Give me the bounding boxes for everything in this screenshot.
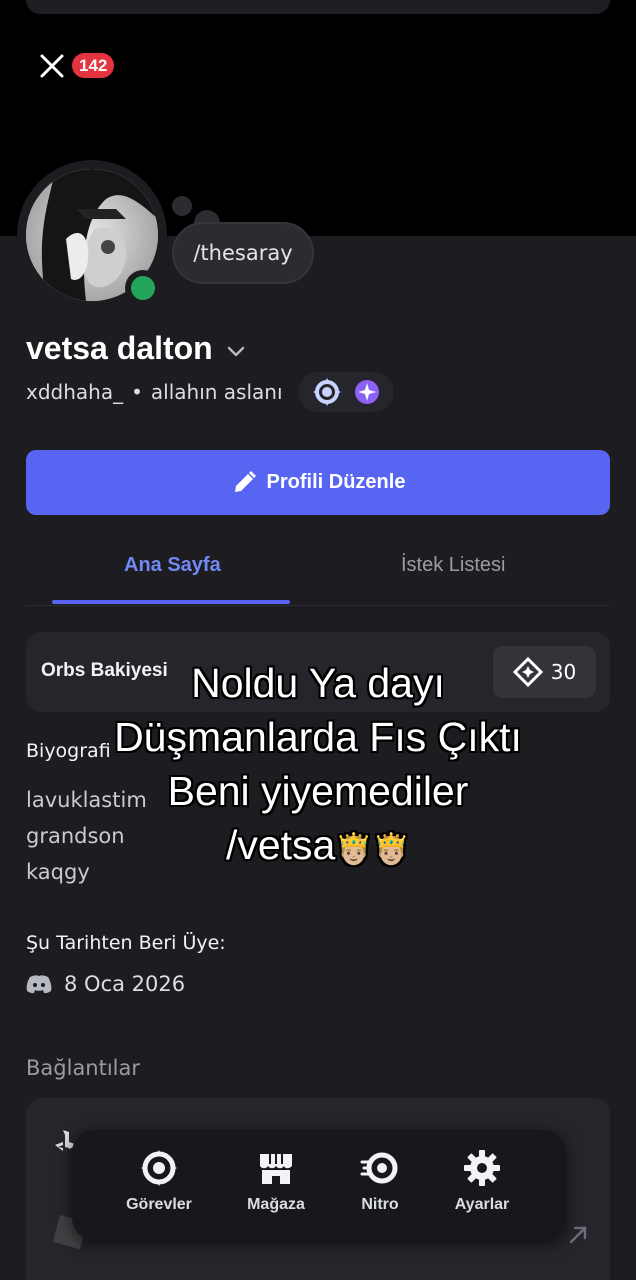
member-since-row: 8 Oca 2026 <box>26 972 185 996</box>
nav-settings[interactable]: Ayarlar <box>437 1148 527 1214</box>
tab-wishlist[interactable]: İstek Listesi <box>401 554 505 577</box>
nav-label: Mağaza <box>247 1196 305 1213</box>
external-link-icon[interactable] <box>566 1223 590 1247</box>
caption-line: Beni yiyemediler <box>167 768 469 814</box>
notification-badge: 142 <box>72 53 115 78</box>
nav-label: Görevler <box>126 1196 192 1213</box>
nitro-icon <box>360 1152 398 1184</box>
member-since-date: 8 Oca 2026 <box>64 972 186 996</box>
quests-icon <box>141 1150 177 1186</box>
pencil-icon <box>234 470 256 492</box>
username: xddhaha_ <box>26 380 124 404</box>
nav-label: Ayarlar <box>454 1196 510 1213</box>
edit-profile-label: Profili Düzenle <box>266 471 406 493</box>
edit-profile-button[interactable]: Profili Düzenle <box>26 450 610 515</box>
display-name-row[interactable]: vetsa dalton <box>26 330 247 367</box>
nitro-badge-icon <box>355 380 379 404</box>
connections-label: Bağlantılar <box>26 1056 141 1080</box>
online-status-indicator <box>125 270 161 306</box>
sheet-handle <box>26 0 610 14</box>
caption-line: Düşmanlarda Fıs Çıktı <box>114 714 522 760</box>
nav-label: Nitro <box>361 1196 399 1213</box>
active-tab-indicator <box>52 600 290 604</box>
member-since-label: Şu Tarihten Beri Üye: <box>26 932 226 954</box>
shop-icon <box>260 1154 292 1184</box>
caption-line: Noldu Ya dayı <box>191 660 445 706</box>
status-bubble-dot <box>172 196 192 216</box>
chevron-down-icon <box>227 346 244 356</box>
profile-tabs: Ana Sayfa İstek Listesi <box>26 540 610 606</box>
video-caption-overlay: Noldu Ya dayı Düşmanlarda Fıs Çıktı Beni… <box>0 656 636 877</box>
username-row: xddhaha_ • allahın aslanı <box>26 376 283 408</box>
display-name: vetsa dalton <box>26 330 213 366</box>
nav-shop[interactable]: Mağaza <box>231 1148 321 1214</box>
quest-badge-icon <box>313 378 341 406</box>
bottom-navigation: Görevler Mağaza Nitro Ayarlar <box>72 1130 566 1240</box>
caption-line: /vetsa <box>225 822 336 868</box>
discord-icon <box>26 975 52 994</box>
pronouns: allahın aslanı <box>150 380 283 404</box>
close-icon[interactable] <box>36 50 68 82</box>
gear-icon <box>464 1150 500 1186</box>
nav-quests[interactable]: Görevler <box>114 1148 204 1214</box>
crown-emoji: 🤴🏼🤴🏼 <box>335 833 411 866</box>
custom-status-bubble[interactable]: /thesaray <box>172 222 314 284</box>
tab-home[interactable]: Ana Sayfa <box>124 554 221 577</box>
caption-line-with-emoji: /vetsa🤴🏼🤴🏼 <box>0 818 636 877</box>
separator-dot: • <box>131 380 143 404</box>
profile-badges[interactable] <box>298 372 394 412</box>
nav-nitro[interactable]: Nitro <box>335 1148 425 1214</box>
